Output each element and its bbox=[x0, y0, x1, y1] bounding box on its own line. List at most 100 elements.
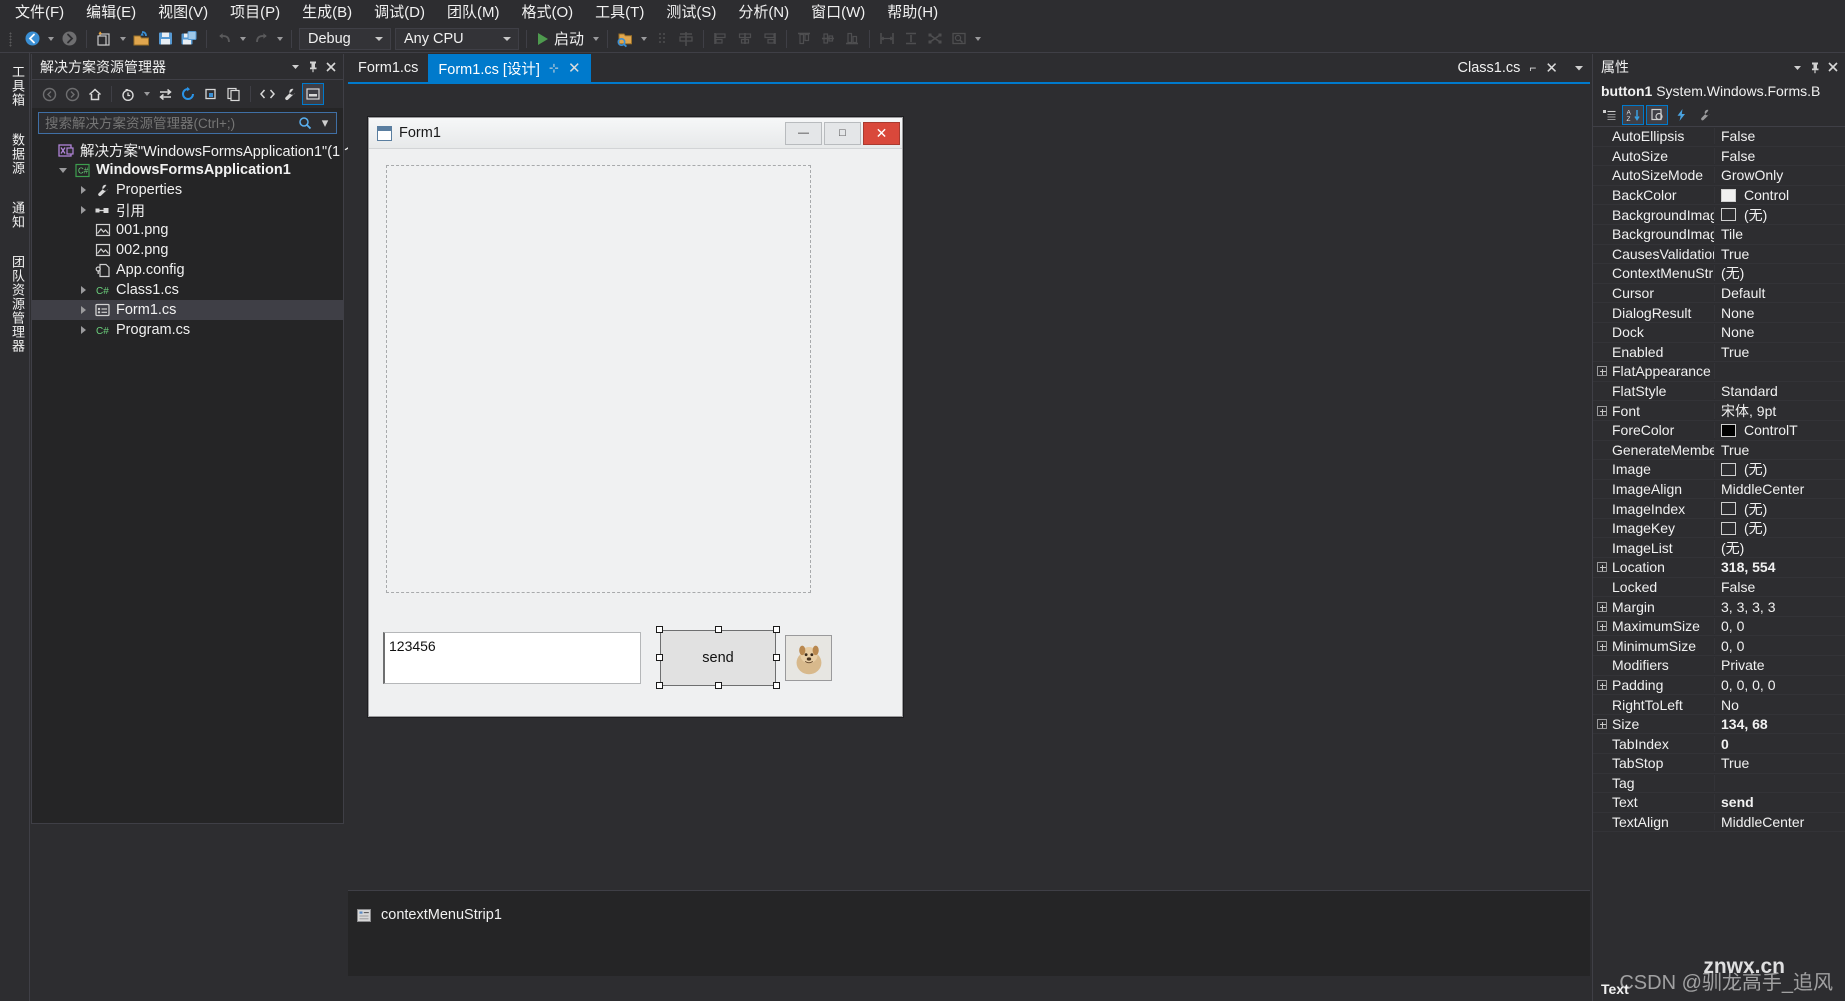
twisty-expanded-icon[interactable] bbox=[54, 167, 72, 173]
save-all-icon[interactable] bbox=[177, 28, 201, 50]
new-project-icon[interactable] bbox=[92, 28, 116, 50]
form-client-area[interactable]: 123456 send bbox=[369, 149, 902, 716]
property-pages-icon[interactable] bbox=[1694, 105, 1716, 125]
property-value[interactable]: True bbox=[1715, 755, 1845, 771]
start-debug-dropdown-icon[interactable] bbox=[589, 28, 602, 50]
twisty-collapsed-icon[interactable] bbox=[74, 186, 92, 194]
tree-node-002png[interactable]: 002.png bbox=[32, 240, 343, 260]
tree-node-class1cs[interactable]: C# Class1.cs bbox=[32, 280, 343, 300]
new-project-dropdown-icon[interactable] bbox=[116, 28, 129, 50]
property-value-wrapper[interactable]: (无) bbox=[1715, 205, 1845, 225]
property-value[interactable]: 0, 0, 0, 0 bbox=[1715, 677, 1845, 693]
button1-control[interactable]: send bbox=[660, 630, 776, 686]
property-row-contextmenustrip[interactable]: ContextMenuStrip (无) bbox=[1593, 264, 1845, 284]
property-value[interactable]: False bbox=[1715, 128, 1845, 144]
chevron-down-icon[interactable] bbox=[372, 37, 386, 41]
selection-handle-w[interactable] bbox=[656, 654, 663, 661]
property-row-causesvalidation[interactable]: CausesValidation True bbox=[1593, 245, 1845, 265]
property-value[interactable]: 3, 3, 3, 3 bbox=[1715, 599, 1845, 615]
align-tops-icon[interactable] bbox=[792, 28, 816, 50]
property-row-flatstyle[interactable]: FlatStyle Standard bbox=[1593, 382, 1845, 402]
textbox1-control[interactable]: 123456 bbox=[383, 632, 641, 684]
property-value[interactable]: 134, 68 bbox=[1715, 716, 1845, 732]
property-row-text[interactable]: Text send bbox=[1593, 793, 1845, 813]
menu-item-build[interactable]: 生成(B) bbox=[291, 1, 363, 25]
redo-dropdown-icon[interactable] bbox=[273, 28, 286, 50]
twisty-collapsed-icon[interactable] bbox=[74, 286, 92, 294]
property-row-generatemember[interactable]: GenerateMember True bbox=[1593, 441, 1845, 461]
make-same-height-icon[interactable] bbox=[899, 28, 923, 50]
menu-item-view[interactable]: 视图(V) bbox=[147, 1, 219, 25]
form-minimize-button[interactable]: — bbox=[785, 121, 822, 145]
property-row-imagealign[interactable]: ImageAlign MiddleCenter bbox=[1593, 480, 1845, 500]
close-icon[interactable]: ✕ bbox=[568, 59, 581, 77]
property-row-padding[interactable]: Padding 0, 0, 0, 0 bbox=[1593, 676, 1845, 696]
property-row-minimumsize[interactable]: MinimumSize 0, 0 bbox=[1593, 636, 1845, 657]
property-row-autosizemode[interactable]: AutoSizeMode GrowOnly bbox=[1593, 166, 1845, 186]
open-file-icon[interactable] bbox=[129, 28, 153, 50]
alphabetical-icon[interactable]: AZ bbox=[1622, 104, 1644, 125]
navigate-forward-icon[interactable] bbox=[57, 28, 81, 50]
menu-item-debug[interactable]: 调试(D) bbox=[363, 1, 436, 25]
refresh-icon[interactable] bbox=[177, 83, 199, 105]
property-value[interactable]: GrowOnly bbox=[1715, 167, 1845, 183]
dock-tab-notifications[interactable]: 通知 bbox=[2, 193, 33, 237]
form-close-button[interactable]: ✕ bbox=[863, 121, 900, 145]
tree-node-appconfig[interactable]: App.config bbox=[32, 260, 343, 280]
expander-icon[interactable] bbox=[1593, 640, 1610, 651]
form-designer-surface[interactable]: Form1 — □ ✕ 123456 send bbox=[348, 82, 1590, 976]
property-value-wrapper[interactable]: ControlT bbox=[1715, 422, 1845, 438]
property-row-backcolor[interactable]: BackColor Control bbox=[1593, 186, 1845, 206]
events-icon[interactable] bbox=[1670, 105, 1692, 125]
property-value[interactable]: Default bbox=[1715, 285, 1845, 301]
undo-icon[interactable] bbox=[212, 28, 236, 50]
selection-handle-sw[interactable] bbox=[656, 682, 663, 689]
menu-item-edit[interactable]: 编辑(E) bbox=[75, 1, 147, 25]
tree-node-programcs[interactable]: C# Program.cs bbox=[32, 320, 343, 340]
property-row-autosize[interactable]: AutoSize False bbox=[1593, 147, 1845, 167]
tab-form1-cs[interactable]: Form1.cs bbox=[348, 54, 429, 82]
tab-class1-cs[interactable]: Class1.cs ⌐ ✕ bbox=[1447, 54, 1568, 82]
align-middles-icon[interactable] bbox=[816, 28, 840, 50]
categorized-icon[interactable] bbox=[1598, 105, 1620, 125]
selection-handle-e[interactable] bbox=[773, 654, 780, 661]
make-same-width-icon[interactable] bbox=[875, 28, 899, 50]
tab-list-chevron-icon[interactable] bbox=[1568, 55, 1590, 81]
picturebox1-control[interactable] bbox=[386, 165, 811, 593]
property-row-imageindex[interactable]: ImageIndex (无) bbox=[1593, 499, 1845, 519]
property-value[interactable]: (无) bbox=[1715, 263, 1845, 283]
property-value-wrapper[interactable]: (无) bbox=[1715, 518, 1845, 538]
property-row-locked[interactable]: Locked False bbox=[1593, 578, 1845, 598]
navigate-back-dropdown-icon[interactable] bbox=[44, 28, 57, 50]
picturebox2-control[interactable] bbox=[785, 635, 832, 681]
twisty-collapsed-icon[interactable] bbox=[74, 326, 92, 334]
expander-icon[interactable] bbox=[1593, 601, 1610, 612]
property-value[interactable]: False bbox=[1715, 579, 1845, 595]
property-value[interactable]: Private bbox=[1715, 657, 1845, 673]
property-value[interactable]: 0, 0 bbox=[1715, 618, 1845, 634]
property-row-dialogresult[interactable]: DialogResult None bbox=[1593, 303, 1845, 323]
menu-item-project[interactable]: 项目(P) bbox=[219, 1, 291, 25]
property-value[interactable]: 0, 0 bbox=[1715, 638, 1845, 654]
property-value[interactable]: MiddleCenter bbox=[1715, 481, 1845, 497]
search-input[interactable] bbox=[45, 115, 298, 131]
view-code-icon[interactable] bbox=[256, 83, 278, 105]
property-row-forecolor[interactable]: ForeColor ControlT bbox=[1593, 421, 1845, 441]
property-row-enabled[interactable]: Enabled True bbox=[1593, 343, 1845, 363]
tree-node-properties[interactable]: Properties bbox=[32, 180, 343, 200]
pin-icon[interactable] bbox=[1806, 57, 1824, 77]
menu-item-tools[interactable]: 工具(T) bbox=[584, 1, 655, 25]
property-value-wrapper[interactable]: Control bbox=[1715, 187, 1845, 203]
property-row-maximumsize[interactable]: MaximumSize 0, 0 bbox=[1593, 617, 1845, 637]
show-all-files-icon[interactable] bbox=[223, 83, 245, 105]
property-value[interactable]: Standard bbox=[1715, 383, 1845, 399]
property-row-font[interactable]: Font 宋体, 9pt bbox=[1593, 401, 1845, 421]
dock-tab-data-sources[interactable]: 数据源 bbox=[2, 125, 33, 183]
expander-icon[interactable] bbox=[1593, 679, 1610, 690]
property-value-wrapper[interactable]: (无) bbox=[1715, 499, 1845, 519]
pending-changes-dropdown-icon[interactable] bbox=[140, 84, 153, 104]
property-value[interactable]: 宋体, 9pt bbox=[1715, 401, 1845, 421]
menu-item-test[interactable]: 测试(S) bbox=[655, 1, 727, 25]
close-icon[interactable]: ✕ bbox=[1545, 59, 1558, 77]
find-in-files-icon[interactable] bbox=[613, 28, 637, 50]
